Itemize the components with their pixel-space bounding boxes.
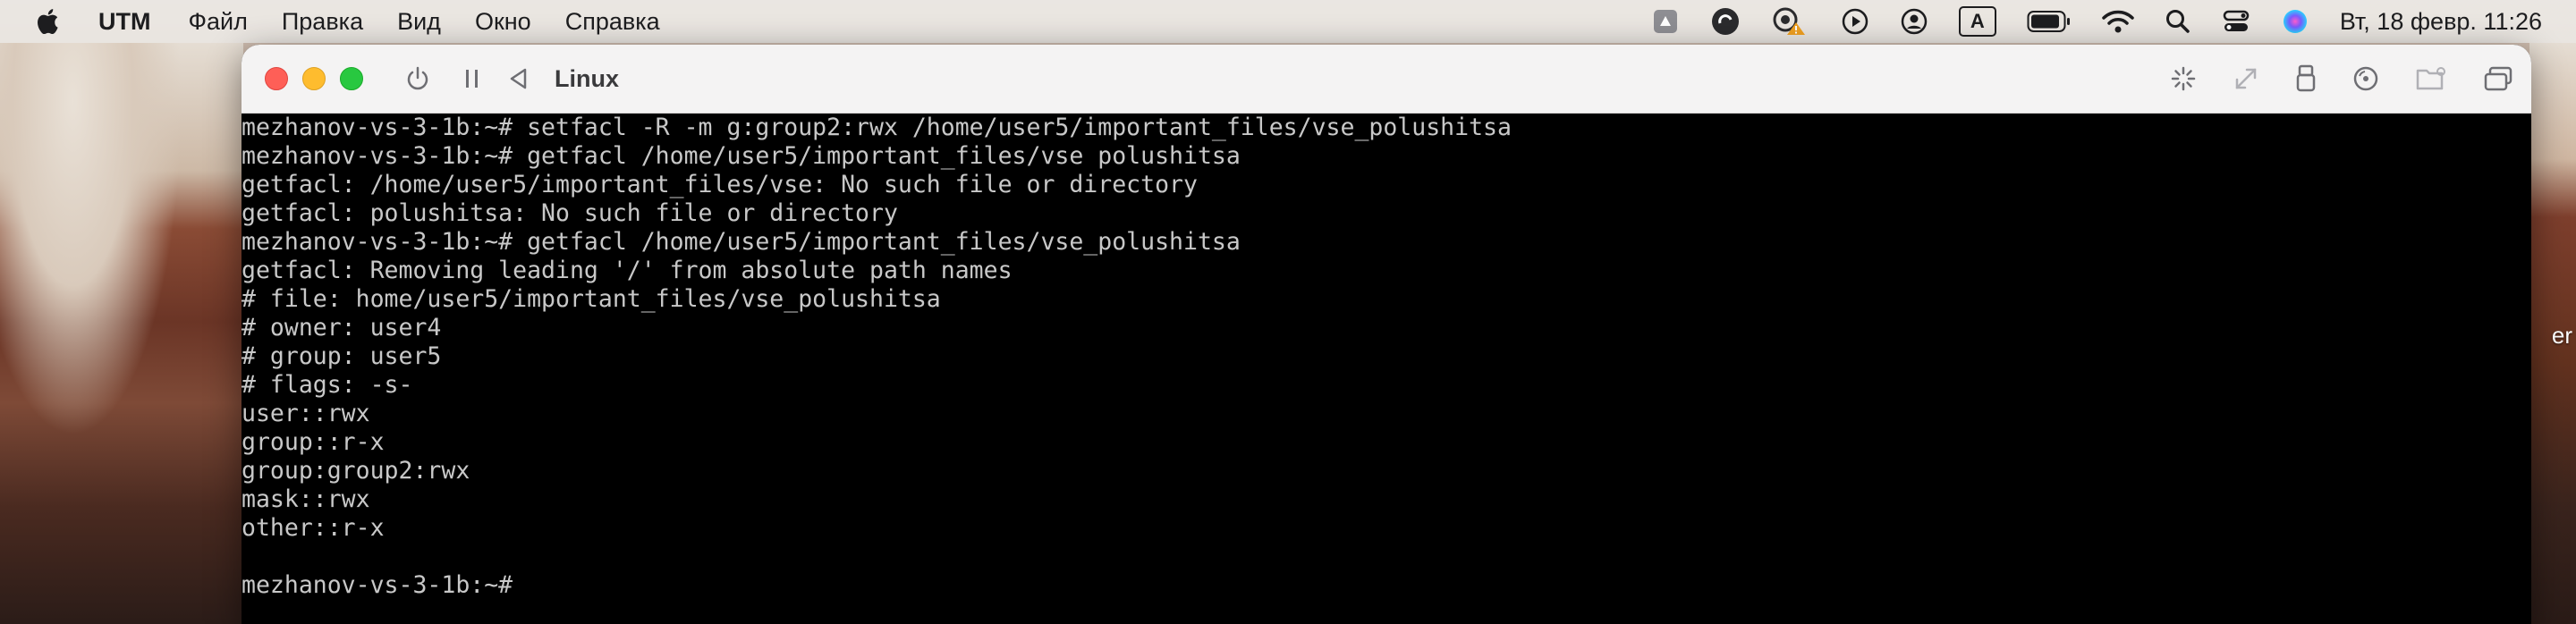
windows-icon[interactable]	[2483, 65, 2513, 92]
terminal-line: other::r-x	[242, 514, 385, 542]
desktop-wallpaper-left	[0, 43, 243, 624]
usb-icon[interactable]	[2295, 64, 2317, 93]
menu-file[interactable]: Файл	[188, 8, 247, 36]
terminal-line: mezhanov-vs-3-1b:~# getfacl /home/user5/…	[242, 228, 1241, 256]
utm-window: Linux mezhanov-vs-3-1b:~# setfacl -R -m …	[242, 45, 2531, 624]
window-titlebar: Linux	[242, 45, 2531, 114]
search-icon[interactable]	[2165, 8, 2191, 35]
terminal-output: mezhanov-vs-3-1b:~# setfacl -R -m g:grou…	[242, 114, 2531, 600]
disk-icon[interactable]	[2352, 65, 2379, 92]
minimize-button[interactable]	[302, 67, 326, 90]
spinner-icon[interactable]	[2170, 65, 2197, 92]
terminal-line: # flags: -s-	[242, 371, 413, 399]
menu-bar: UTM Файл Правка Вид Окно Справка A Вт, 1…	[0, 0, 2576, 43]
terminal-prompt[interactable]: mezhanov-vs-3-1b:~#	[242, 571, 2531, 600]
drive-icon[interactable]	[1651, 7, 1680, 36]
window-toolbar-right	[2134, 45, 2513, 113]
terminal-line: group:group2:rwx	[242, 457, 470, 485]
cloud-alert-icon[interactable]	[1771, 6, 1810, 37]
pause-icon[interactable]	[463, 67, 481, 90]
desktop-partial-label[interactable]: er	[2552, 322, 2572, 350]
terminal-line: # group: user5	[242, 342, 442, 370]
power-icon[interactable]	[404, 65, 431, 92]
menu-window[interactable]: Окно	[475, 8, 531, 36]
keyboard-layout-icon[interactable]: A	[1958, 6, 1996, 37]
wifi-icon[interactable]	[2102, 9, 2134, 34]
terminal-line: # owner: user4	[242, 314, 442, 342]
terminal-line: getfacl: polushitsa: No such file or dir…	[242, 199, 898, 227]
back-icon[interactable]	[508, 67, 530, 90]
terminal-line: user::rwx	[242, 400, 370, 427]
user-circle-icon[interactable]	[1900, 7, 1928, 36]
terminal-line: mezhanov-vs-3-1b:~# getfacl /home/user5/…	[242, 142, 1241, 170]
zoom-button[interactable]	[340, 67, 363, 90]
terminal-line: # file: home/user5/important_files/vse_p…	[242, 285, 941, 313]
terminal-line: mezhanov-vs-3-1b:~# setfacl -R -m g:grou…	[242, 114, 1512, 141]
apple-icon[interactable]	[34, 6, 64, 37]
terminal-line: mask::rwx	[242, 485, 370, 513]
control-center-icon[interactable]	[2222, 7, 2250, 36]
terminal-line: getfacl: /home/user5/important_files/vse…	[242, 171, 1198, 198]
close-button[interactable]	[265, 67, 288, 90]
menu-app-name[interactable]: UTM	[98, 8, 150, 36]
resize-icon[interactable]	[2233, 65, 2259, 92]
terminal-line: group::r-x	[242, 428, 385, 456]
battery-icon[interactable]	[2027, 10, 2072, 33]
menu-view[interactable]: Вид	[397, 8, 441, 36]
menu-clock[interactable]: Вт, 18 февр. 11:26	[2340, 8, 2542, 36]
folder-icon[interactable]	[2415, 65, 2447, 92]
window-title: Linux	[555, 64, 619, 92]
input-source-label: A	[1958, 6, 1996, 37]
terminal-screen[interactable]: mezhanov-vs-3-1b:~# setfacl -R -m g:grou…	[242, 114, 2531, 624]
terminal-line: getfacl: Removing leading '/' from absol…	[242, 257, 1013, 284]
play-circle-icon[interactable]	[1841, 7, 1869, 36]
siri-icon[interactable]	[2281, 7, 2309, 36]
menu-help[interactable]: Справка	[565, 8, 660, 36]
creative-cloud-icon[interactable]	[1710, 6, 1741, 37]
menu-edit[interactable]: Правка	[282, 8, 363, 36]
menu-bar-status-area: A Вт, 18 февр. 11:26	[1651, 0, 2576, 43]
